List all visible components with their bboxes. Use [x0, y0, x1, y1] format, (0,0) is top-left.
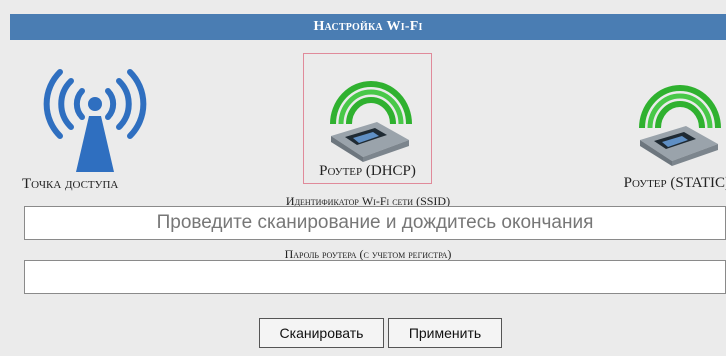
mode-label: Роутер (DHCP) [319, 163, 416, 179]
scan-button[interactable]: Сканировать [259, 318, 384, 348]
router-icon [329, 81, 412, 162]
mode-label: Роутер (STATIC) [623, 175, 726, 191]
mode-label: Точка доступа [22, 176, 119, 192]
mode-access-point[interactable]: Точка доступа [22, 64, 172, 192]
router-icon [639, 85, 721, 166]
apply-button[interactable]: Применить [388, 318, 502, 348]
ssid-input[interactable] [24, 206, 726, 240]
wifi-settings-panel: Настройка Wi-Fi Точка доступа Роутер (DH… [10, 14, 726, 356]
password-input[interactable] [24, 260, 726, 294]
mode-router-dhcp[interactable]: Роутер (DHCP) [303, 53, 432, 184]
panel-title: Настройка Wi-Fi [10, 14, 726, 40]
access-point-icon [43, 69, 147, 172]
